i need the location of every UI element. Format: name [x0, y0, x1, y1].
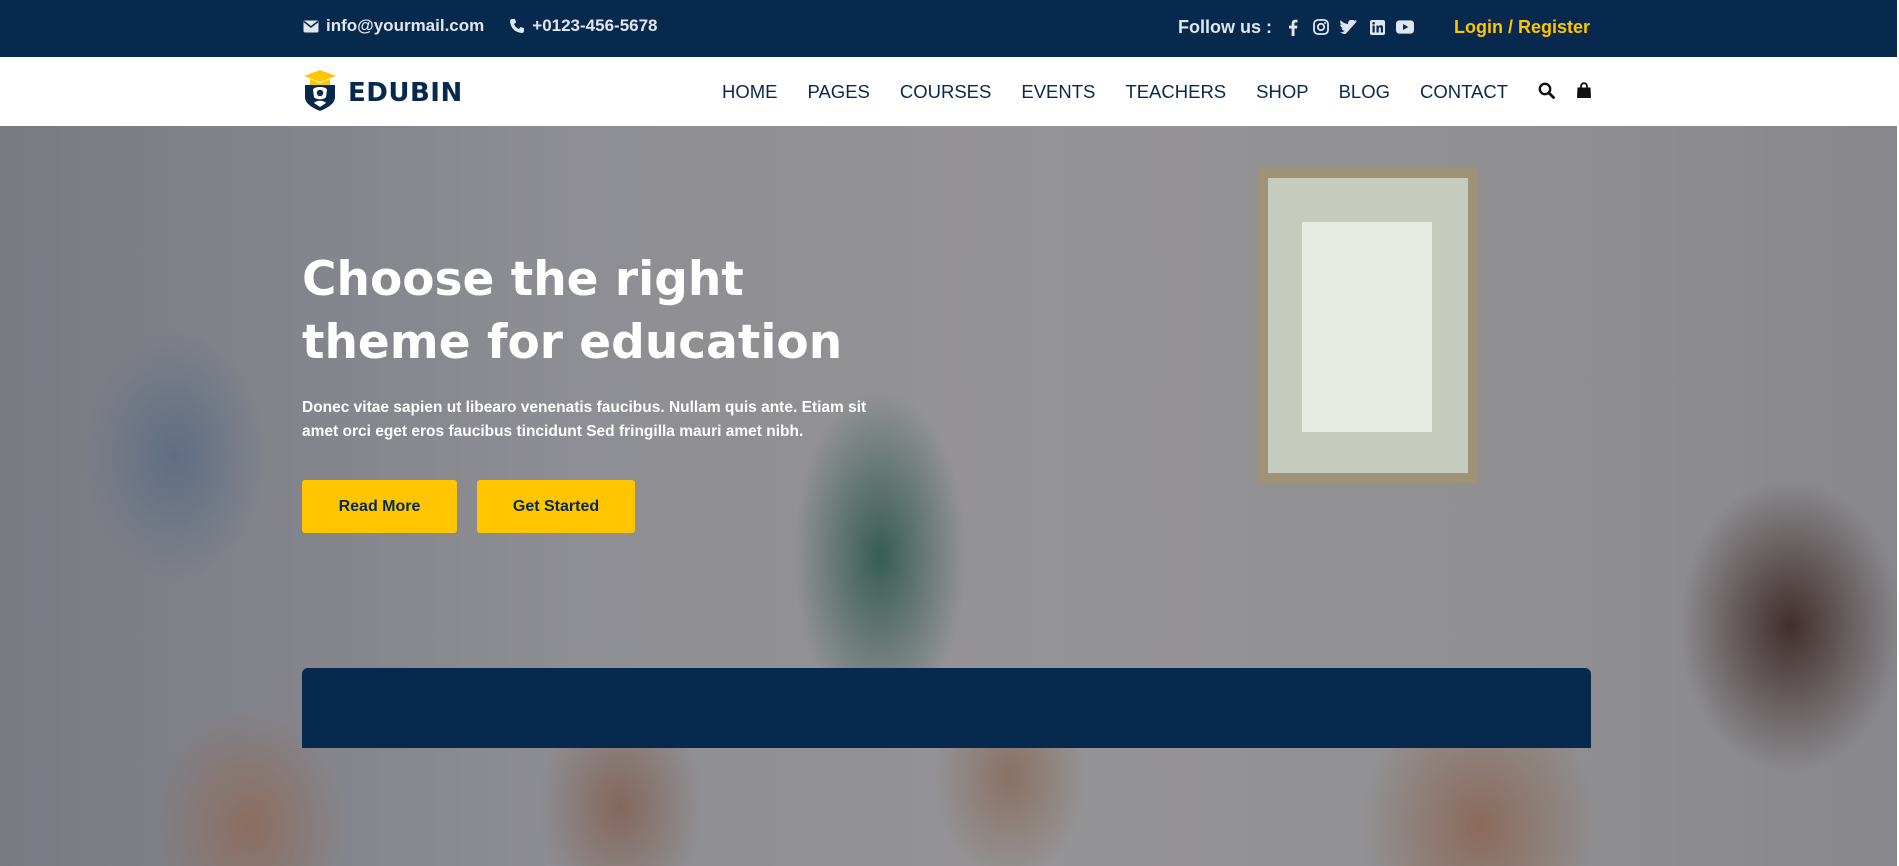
social-links — [1284, 18, 1414, 36]
top-bar: info@yourmail.com +0123-456-5678 Follow … — [0, 0, 1899, 57]
phone-contact[interactable]: +0123-456-5678 — [508, 16, 658, 36]
topbar-right: Follow us : Login / Register — [1178, 0, 1590, 54]
facebook-icon[interactable] — [1284, 18, 1302, 36]
logo-text: EDUBIN — [348, 77, 463, 108]
graduation-shield-icon — [302, 69, 338, 116]
nav-item-contact[interactable]: CONTACT — [1420, 81, 1508, 103]
linkedin-icon[interactable] — [1368, 18, 1386, 36]
shopping-bag-icon[interactable] — [1574, 80, 1594, 100]
get-started-button[interactable]: Get Started — [477, 480, 635, 533]
header-icons — [1536, 80, 1594, 100]
nav-item-teachers[interactable]: TEACHERS — [1125, 81, 1226, 103]
contact-info: info@yourmail.com +0123-456-5678 — [302, 0, 658, 52]
hero-background-frame — [1258, 168, 1478, 483]
site-logo[interactable]: EDUBIN — [302, 69, 463, 116]
instagram-icon[interactable] — [1312, 18, 1330, 36]
main-header: EDUBIN HOME PAGES COURSES EVENTS TEACHER… — [0, 57, 1899, 126]
email-text: info@yourmail.com — [326, 16, 485, 35]
hero-buttons: Read More Get Started — [302, 480, 635, 533]
envelope-icon — [302, 18, 319, 35]
hero-content: Choose the right theme for education Don… — [302, 248, 942, 444]
email-contact[interactable]: info@yourmail.com — [302, 16, 484, 36]
youtube-icon[interactable] — [1396, 18, 1414, 36]
search-icon[interactable] — [1536, 80, 1556, 100]
nav-item-blog[interactable]: BLOG — [1339, 81, 1390, 103]
nav-item-events[interactable]: EVENTS — [1021, 81, 1095, 103]
hero-banner — [0, 126, 1899, 866]
nav-item-home[interactable]: HOME — [722, 81, 778, 103]
hero-description: Donec vitae sapien ut libearo venenatis … — [302, 399, 867, 440]
nav-item-pages[interactable]: PAGES — [808, 81, 870, 103]
read-more-button[interactable]: Read More — [302, 480, 457, 533]
login-register-link[interactable]: Login / Register — [1454, 17, 1590, 38]
main-nav: HOME PAGES COURSES EVENTS TEACHERS SHOP … — [722, 57, 1508, 126]
twitter-icon[interactable] — [1340, 18, 1358, 36]
phone-text: +0123-456-5678 — [532, 16, 658, 35]
phone-icon — [508, 18, 525, 35]
feature-panel — [302, 668, 1591, 748]
hero-title: Choose the right theme for education — [302, 252, 843, 370]
nav-item-shop[interactable]: SHOP — [1256, 81, 1308, 103]
nav-item-courses[interactable]: COURSES — [900, 81, 992, 103]
follow-label: Follow us : — [1178, 16, 1272, 37]
